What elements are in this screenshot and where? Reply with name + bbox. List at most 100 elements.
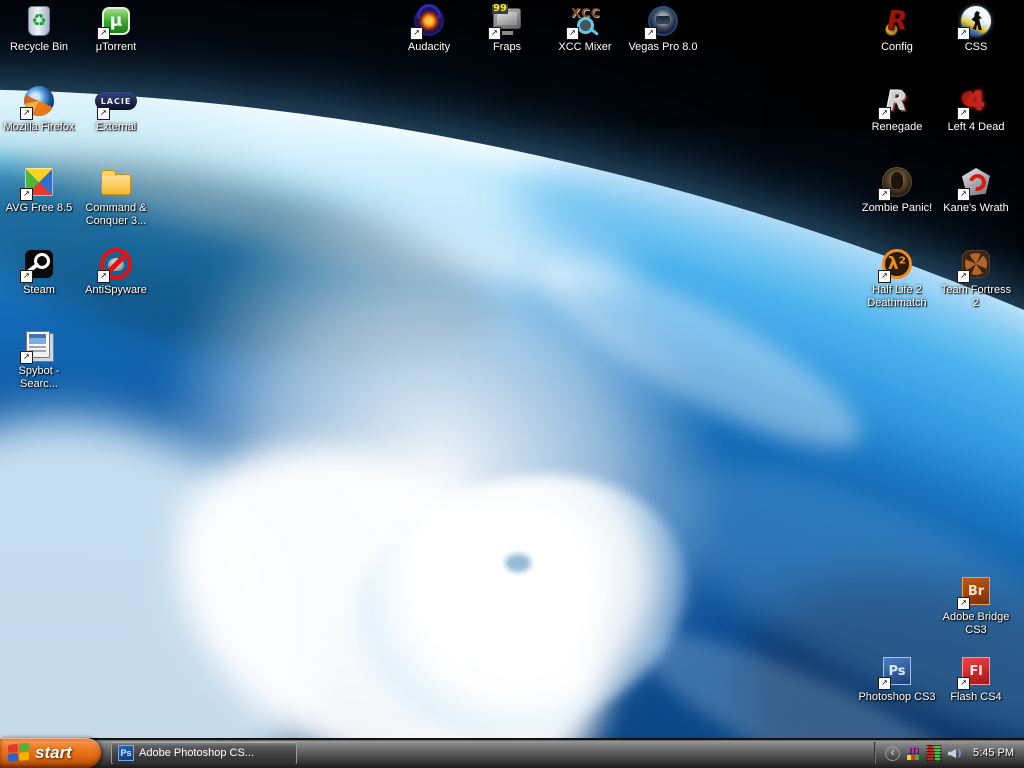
icon-label: Recycle Bin	[10, 41, 68, 54]
shortcut-arrow-icon: ↗	[957, 597, 970, 610]
windows-flag-icon	[8, 743, 30, 763]
desktop-icons-layer: ♻Recycle Binµ↗μTorrent↗Mozilla FirefoxLA…	[0, 0, 1024, 768]
desktop-icon-photoshop[interactable]: Ps↗Photoshop CS3	[858, 654, 936, 704]
desktop-icon-css[interactable]: ↗CSS	[937, 4, 1015, 54]
tray-collapse-chevron-icon[interactable]: ‹	[885, 746, 900, 761]
shortcut-arrow-icon: ↗	[97, 107, 110, 120]
renegade-icon: R↗	[880, 84, 914, 118]
desktop-icon-avg[interactable]: ↗AVG Free 8.5	[0, 165, 78, 215]
xcc-glyph: XCC	[571, 6, 600, 20]
icon-label: Fraps	[493, 41, 521, 54]
recycle-bin-icon: ♻	[22, 4, 56, 38]
desktop-icon-cnc3-folder[interactable]: Command &Conquer 3...	[77, 165, 155, 228]
recycle-bin-glyph: ♻	[31, 11, 46, 31]
steam-icon: ↗	[22, 247, 56, 281]
shortcut-arrow-icon: ↗	[878, 270, 891, 283]
traffic-meter-tray-icon[interactable]	[926, 745, 942, 761]
desktop-icon-flash[interactable]: Fl↗Flash CS4	[937, 654, 1015, 704]
shortcut-arrow-icon: ↗	[97, 270, 110, 283]
desktop-icon-vegas[interactable]: ↗Vegas Pro 8.0	[624, 4, 702, 54]
icon-label: AntiSpyware	[85, 284, 147, 297]
desktop-icon-hl2dm[interactable]: λ²↗ Half Life 2Deathmatch	[858, 247, 936, 310]
lacie-glyph: LACIE	[101, 97, 132, 106]
shortcut-arrow-icon: ↗	[644, 27, 657, 40]
flash-glyph: Fl	[969, 664, 982, 679]
start-button-label: start	[35, 743, 72, 763]
icon-label: Config	[881, 41, 913, 54]
photoshop-icon: Ps	[118, 745, 134, 761]
desktop-icon-fraps[interactable]: 99 ↗Fraps	[468, 4, 546, 54]
taskbar: start Ps Adobe Photoshop CS... ‹ m 5:45 …	[0, 738, 1024, 768]
firefox-icon: ↗	[22, 84, 56, 118]
desktop-icon-steam[interactable]: ↗Steam	[0, 247, 78, 297]
icon-label: Left 4 Dead	[948, 121, 1005, 134]
desktop[interactable]: ♻Recycle Binµ↗μTorrent↗Mozilla FirefoxLA…	[0, 0, 1024, 768]
utorrent-glyph: µ	[110, 11, 123, 31]
shortcut-arrow-icon: ↗	[957, 27, 970, 40]
icon-label: Command &Conquer 3...	[85, 202, 146, 228]
icon-label: AVG Free 8.5	[6, 202, 72, 215]
taskbar-task-photoshop[interactable]: Ps Adobe Photoshop CS...	[111, 741, 297, 765]
desktop-icon-renegade[interactable]: R↗ Renegade	[858, 84, 936, 134]
shortcut-arrow-icon: ↗	[488, 27, 501, 40]
desktop-icon-config[interactable]: R Config	[858, 4, 936, 54]
bridge-glyph: Br	[968, 584, 984, 599]
desktop-icon-bridge[interactable]: Br↗Adobe BridgeCS3	[937, 574, 1015, 637]
tray-divider	[874, 742, 876, 764]
shortcut-arrow-icon: ↗	[957, 677, 970, 690]
icon-label: Renegade	[872, 121, 923, 134]
desktop-icon-spybot[interactable]: ↗Spybot -Searc...	[0, 328, 78, 391]
icon-label: μTorrent	[96, 41, 137, 54]
zombiepanic-icon: ↗	[880, 165, 914, 199]
cnc3-folder-icon	[99, 165, 133, 199]
icon-label: Flash CS4	[950, 691, 1001, 704]
desktop-icon-recycle-bin[interactable]: ♻ Recycle Bin	[0, 4, 78, 54]
shortcut-arrow-icon: ↗	[97, 27, 110, 40]
config-glyph: R	[887, 6, 907, 36]
kaneswrath-icon: ↗	[959, 165, 993, 199]
fraps-icon: 99 ↗	[490, 4, 524, 38]
icon-label: Adobe BridgeCS3	[943, 611, 1010, 637]
bridge-icon: Br↗	[959, 574, 993, 608]
icon-label: Steam	[23, 284, 55, 297]
mirc-tray-icon[interactable]: m	[905, 745, 921, 761]
desktop-icon-kaneswrath[interactable]: ↗Kane's Wrath	[937, 165, 1015, 215]
icon-label: XCC Mixer	[558, 41, 611, 54]
icon-label: Half Life 2Deathmatch	[867, 284, 926, 310]
fraps-glyph: 99	[492, 4, 508, 14]
desktop-icon-zombiepanic[interactable]: ↗Zombie Panic!	[858, 165, 936, 215]
photoshop-glyph: Ps	[888, 664, 905, 679]
volume-tray-icon[interactable]	[947, 745, 963, 761]
shortcut-arrow-icon: ↗	[20, 107, 33, 120]
desktop-icon-tf2[interactable]: ↗Team Fortress2	[937, 247, 1015, 310]
shortcut-arrow-icon: ↗	[566, 27, 579, 40]
desktop-icon-utorrent[interactable]: µ↗μTorrent	[77, 4, 155, 54]
shortcut-arrow-icon: ↗	[957, 188, 970, 201]
desktop-icon-l4d[interactable]: 4↗ Left 4 Dead	[937, 84, 1015, 134]
xcc-icon: XCC ↗	[568, 4, 602, 38]
shortcut-arrow-icon: ↗	[410, 27, 423, 40]
icon-label: Vegas Pro 8.0	[628, 41, 697, 54]
desktop-icon-firefox[interactable]: ↗Mozilla Firefox	[0, 84, 78, 134]
icon-label: Photoshop CS3	[858, 691, 935, 704]
config-icon: R	[880, 4, 914, 38]
desktop-icon-antispyware[interactable]: ↗AntiSpyware	[77, 247, 155, 297]
css-icon: ↗	[959, 4, 993, 38]
shortcut-arrow-icon: ↗	[957, 270, 970, 283]
desktop-icon-xcc[interactable]: XCC ↗XCC Mixer	[546, 4, 624, 54]
icon-label: CSS	[965, 41, 988, 54]
start-button[interactable]: start	[0, 738, 101, 768]
icon-label: Audacity	[408, 41, 450, 54]
shortcut-arrow-icon: ↗	[878, 107, 891, 120]
tf2-icon: ↗	[959, 247, 993, 281]
antispyware-icon: ↗	[99, 247, 133, 281]
shortcut-arrow-icon: ↗	[20, 188, 33, 201]
l4d-icon: 4↗	[959, 84, 993, 118]
shortcut-arrow-icon: ↗	[20, 270, 33, 283]
shortcut-arrow-icon: ↗	[957, 107, 970, 120]
desktop-icon-audacity[interactable]: ↗Audacity	[390, 4, 468, 54]
taskbar-clock[interactable]: 5:45 PM	[973, 747, 1014, 759]
avg-icon: ↗	[22, 165, 56, 199]
desktop-icon-lacie[interactable]: LACIE↗External	[77, 84, 155, 134]
hl2dm-icon: λ²↗	[880, 247, 914, 281]
